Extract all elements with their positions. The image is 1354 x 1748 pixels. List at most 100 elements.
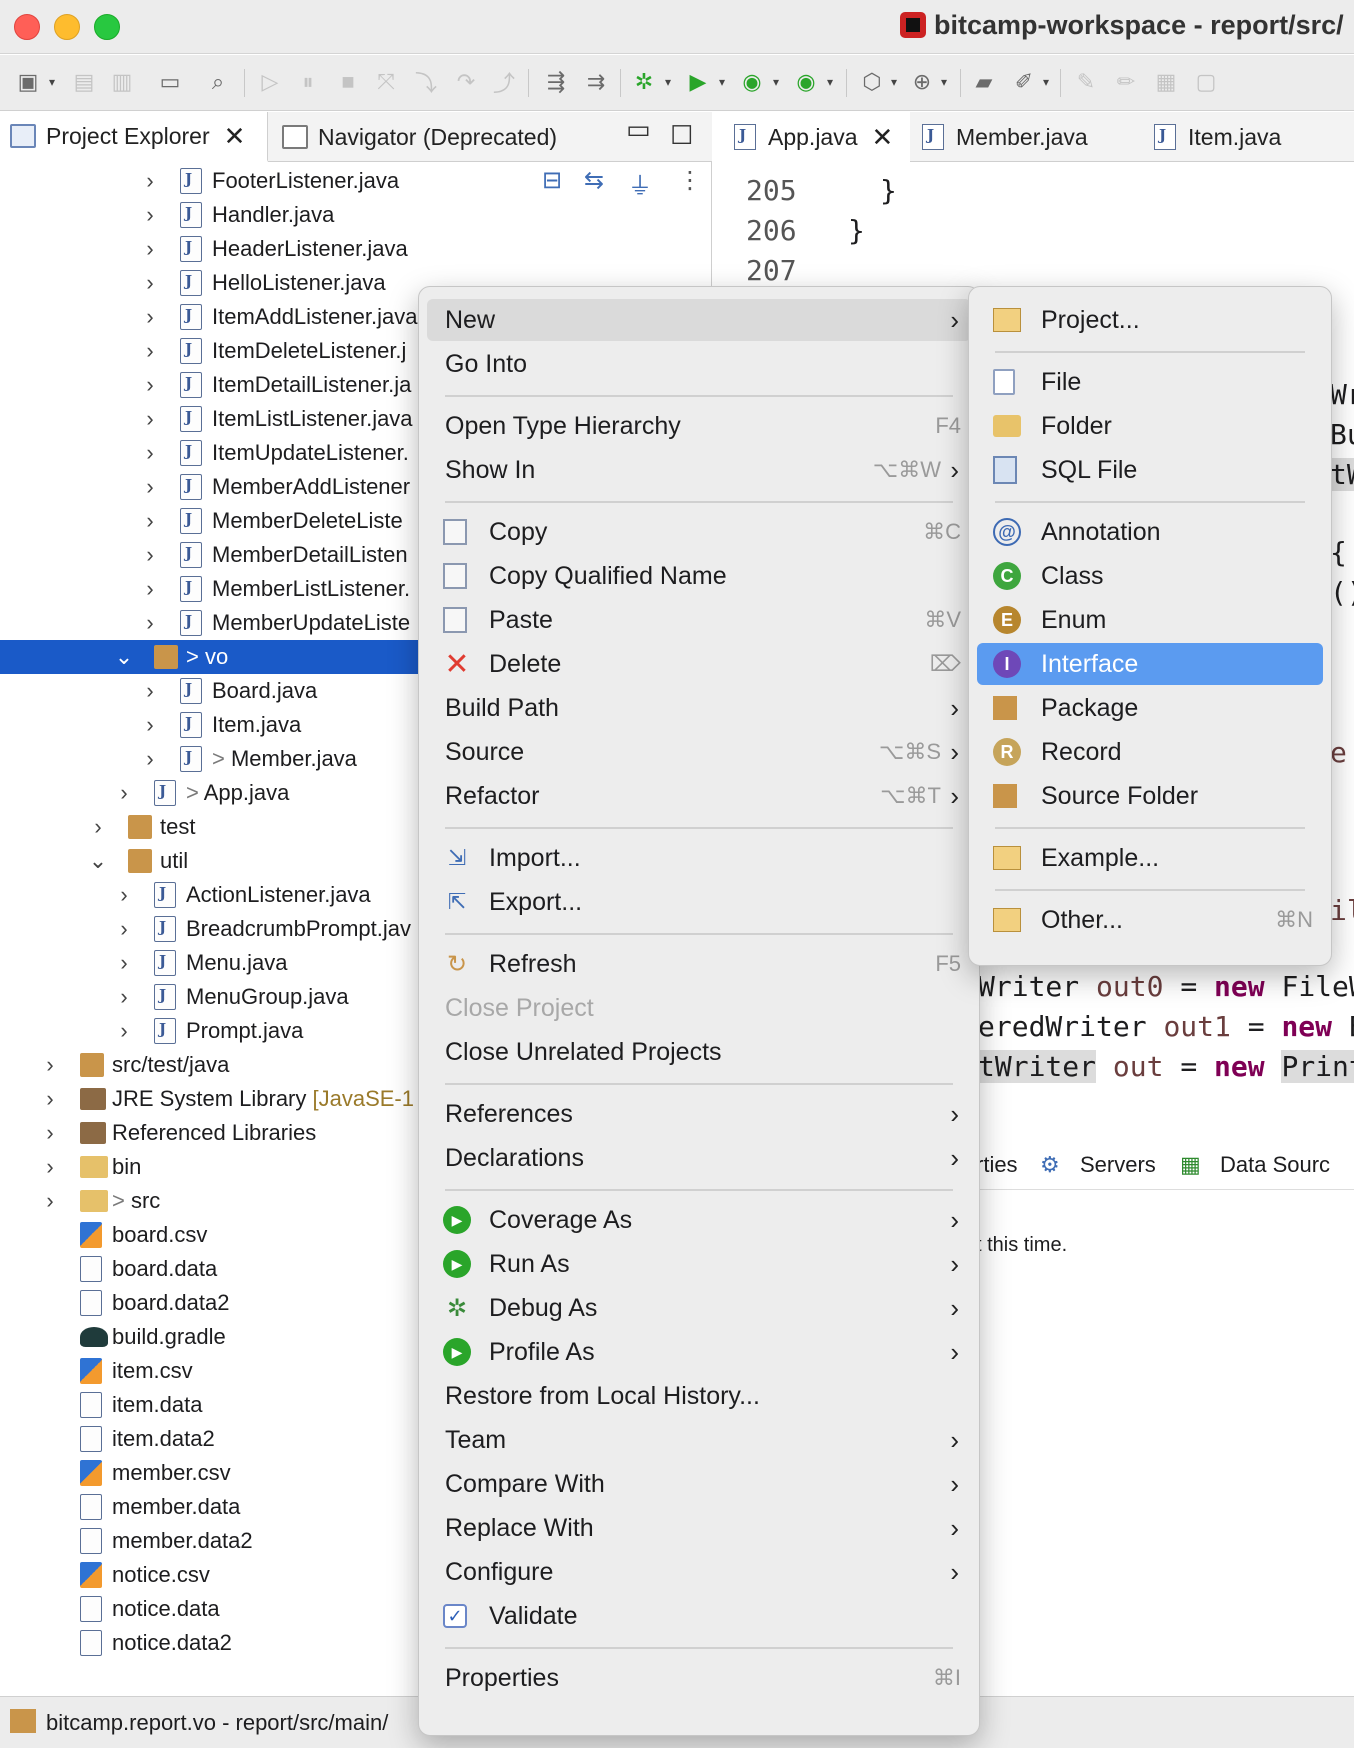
menu-item-other[interactable]: Other... ⌘N	[977, 899, 1323, 941]
mark-occurrences-icon[interactable]: ✏	[1112, 67, 1140, 97]
debug-dropdown-icon[interactable]: ▾	[662, 67, 674, 97]
new-class-dropdown-icon[interactable]: ▾	[938, 67, 950, 97]
run-icon[interactable]: ▶	[684, 67, 712, 97]
new-java-project-dropdown-icon[interactable]: ▾	[888, 67, 900, 97]
chevron-right-icon[interactable]: ›	[140, 202, 160, 228]
disconnect-icon[interactable]: ⤧	[372, 67, 400, 97]
chevron-down-icon[interactable]: ⌄	[88, 848, 108, 874]
menu-item-interface[interactable]: I Interface	[977, 643, 1323, 685]
chevron-right-icon[interactable]: ›	[140, 746, 160, 772]
tree-item[interactable]: › FooterListener.java	[0, 164, 712, 198]
menu-item-profile-as[interactable]: ▶ Profile As ›	[427, 1331, 971, 1373]
quick-access-icon[interactable]: ✐	[1010, 67, 1038, 97]
chevron-right-icon[interactable]: ›	[114, 882, 134, 908]
chevron-right-icon[interactable]: ›	[140, 440, 160, 466]
new-class-icon[interactable]: ⊕	[908, 67, 936, 97]
tree-item[interactable]: › HeaderListener.java	[0, 232, 712, 266]
menu-item-declarations[interactable]: Declarations ›	[427, 1137, 971, 1179]
terminate-icon[interactable]: ■	[334, 67, 362, 97]
chevron-right-icon[interactable]: ›	[140, 270, 160, 296]
minimize-view-icon[interactable]: ▭	[626, 114, 651, 145]
new-wizard-dropdown-icon[interactable]: ▾	[46, 67, 58, 97]
menu-item-restore-from-local-history[interactable]: Restore from Local History...	[427, 1375, 971, 1417]
chevron-right-icon[interactable]: ›	[140, 508, 160, 534]
annotation-nav-icon[interactable]: ✎	[1072, 67, 1100, 97]
tab-data-source[interactable]: Data Sourc	[1220, 1152, 1330, 1178]
editor-tab-member[interactable]: Member.java	[922, 112, 1088, 162]
open-type-icon[interactable]: ▰	[970, 67, 998, 97]
chevron-right-icon[interactable]: ›	[40, 1120, 60, 1146]
menu-item-copy[interactable]: Copy ⌘C	[427, 511, 971, 553]
menu-item-class[interactable]: C Class	[977, 555, 1323, 597]
menu-item-file[interactable]: File	[977, 361, 1323, 403]
new-wizard-icon[interactable]: ▣	[14, 67, 42, 97]
menu-item-build-path[interactable]: Build Path ›	[427, 687, 971, 729]
maximize-view-icon[interactable]: ☐	[670, 120, 693, 151]
menu-item-new[interactable]: New ›	[427, 299, 971, 341]
profile-icon[interactable]: ◉	[792, 67, 820, 97]
menu-item-folder[interactable]: Folder	[977, 405, 1323, 447]
tree-item[interactable]: › Handler.java	[0, 198, 712, 232]
menu-item-import[interactable]: ⇲ Import...	[427, 837, 971, 879]
menu-item-sql-file[interactable]: SQL File	[977, 449, 1323, 491]
chevron-right-icon[interactable]: ›	[140, 678, 160, 704]
new-java-project-icon[interactable]: ⬡	[858, 67, 886, 97]
menu-item-record[interactable]: R Record	[977, 731, 1323, 773]
menu-item-coverage-as[interactable]: ▶ Coverage As ›	[427, 1199, 971, 1241]
chevron-right-icon[interactable]: ›	[140, 236, 160, 262]
chevron-right-icon[interactable]: ›	[114, 916, 134, 942]
menu-item-open-type-hierarchy[interactable]: Open Type Hierarchy F4	[427, 405, 971, 447]
minimize-window-button[interactable]	[54, 14, 80, 40]
menu-item-properties[interactable]: Properties ⌘I	[427, 1657, 971, 1699]
tab-servers[interactable]: Servers	[1080, 1152, 1156, 1178]
chevron-right-icon[interactable]: ›	[114, 1018, 134, 1044]
menu-item-export[interactable]: ⇱ Export...	[427, 881, 971, 923]
terminal-icon[interactable]: ▭	[156, 67, 184, 97]
menu-item-show-in[interactable]: Show In ⌥⌘W ›	[427, 449, 971, 491]
chevron-right-icon[interactable]: ›	[40, 1086, 60, 1112]
quick-access-dropdown-icon[interactable]: ▾	[1040, 67, 1052, 97]
chevron-right-icon[interactable]: ›	[140, 168, 160, 194]
chevron-right-icon[interactable]: ›	[114, 984, 134, 1010]
tab-navigator[interactable]: Navigator (Deprecated)	[272, 112, 592, 162]
chevron-right-icon[interactable]: ›	[140, 406, 160, 432]
debug-icon[interactable]: ✲	[630, 67, 658, 97]
menu-item-paste[interactable]: Paste ⌘V	[427, 599, 971, 641]
menu-item-copy-qualified-name[interactable]: Copy Qualified Name	[427, 555, 971, 597]
menu-item-run-as[interactable]: ▶ Run As ›	[427, 1243, 971, 1285]
menu-item-delete[interactable]: ✕ Delete ⌦	[427, 643, 971, 685]
menu-item-enum[interactable]: E Enum	[977, 599, 1323, 641]
toggle-block-icon[interactable]: ▦	[1152, 67, 1180, 97]
menu-item-configure[interactable]: Configure ›	[427, 1551, 971, 1593]
chevron-right-icon[interactable]: ›	[140, 474, 160, 500]
menu-item-example[interactable]: Example...	[977, 837, 1323, 879]
step-into-icon[interactable]: ⤵	[412, 67, 440, 97]
suspend-icon[interactable]: ⏸	[294, 67, 322, 97]
step-over-icon[interactable]: ↷	[452, 67, 480, 97]
menu-item-source[interactable]: Source ⌥⌘S ›	[427, 731, 971, 773]
tab-properties[interactable]: rties	[976, 1152, 1018, 1178]
search-icon[interactable]: ⌕	[204, 67, 232, 97]
close-icon[interactable]: ✕	[224, 121, 246, 152]
menu-item-validate[interactable]: ✓ Validate	[427, 1595, 971, 1637]
chevron-right-icon[interactable]: ›	[40, 1052, 60, 1078]
chevron-right-icon[interactable]: ›	[114, 950, 134, 976]
menu-item-close-unrelated-projects[interactable]: Close Unrelated Projects	[427, 1031, 971, 1073]
coverage-icon[interactable]: ◉	[738, 67, 766, 97]
menu-item-project[interactable]: Project...	[977, 299, 1323, 341]
menu-item-replace-with[interactable]: Replace With ›	[427, 1507, 971, 1549]
editor-tab-app[interactable]: App.java ✕	[720, 112, 910, 162]
chevron-right-icon[interactable]: ›	[140, 304, 160, 330]
menu-item-refactor[interactable]: Refactor ⌥⌘T ›	[427, 775, 971, 817]
resume-icon[interactable]: ▷	[256, 67, 284, 97]
close-icon[interactable]: ✕	[872, 122, 894, 153]
profile-dropdown-icon[interactable]: ▾	[824, 67, 836, 97]
chevron-right-icon[interactable]: ›	[40, 1154, 60, 1180]
chevron-right-icon[interactable]: ›	[40, 1188, 60, 1214]
drop-to-frame-icon[interactable]: ⇉	[582, 67, 610, 97]
save-all-icon[interactable]: ▥	[108, 67, 136, 97]
zoom-window-button[interactable]	[94, 14, 120, 40]
menu-item-team[interactable]: Team ›	[427, 1419, 971, 1461]
coverage-dropdown-icon[interactable]: ▾	[770, 67, 782, 97]
chevron-right-icon[interactable]: ›	[140, 576, 160, 602]
